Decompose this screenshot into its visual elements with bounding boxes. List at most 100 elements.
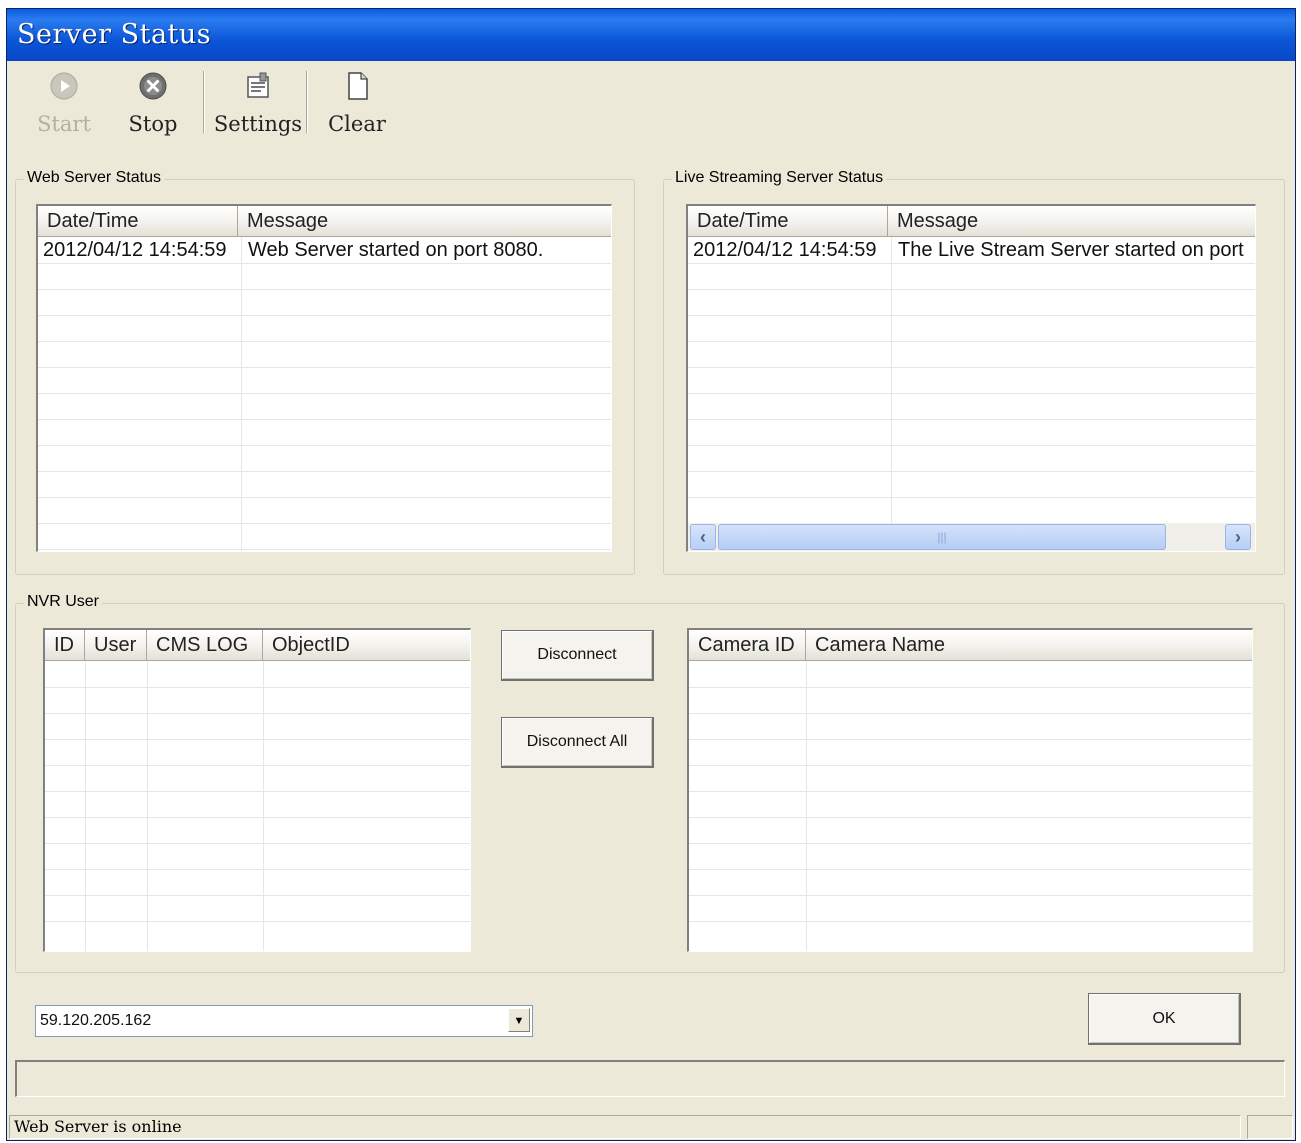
grid-line — [38, 497, 611, 498]
status-text: Web Server is online — [14, 1117, 182, 1136]
column-header-user[interactable]: User — [85, 630, 147, 660]
start-button[interactable]: Start — [33, 69, 95, 141]
grid-line — [689, 687, 1252, 688]
grid-line — [263, 661, 264, 951]
list-body: 2012/04/12 14:54:59 Web Server started o… — [38, 237, 611, 551]
list-body: 2012/04/12 14:54:59 The Live Stream Serv… — [688, 237, 1255, 523]
grid-line — [689, 765, 1252, 766]
grid-line — [38, 341, 611, 342]
list-header: Date/Time Message — [688, 206, 1255, 237]
table-cell-datetime[interactable]: 2012/04/12 14:54:59 — [688, 237, 891, 263]
chevron-down-icon[interactable]: ▼ — [508, 1008, 530, 1032]
scroll-right-button[interactable]: › — [1225, 524, 1251, 550]
web-server-status-title: Web Server Status — [24, 169, 164, 187]
title-bar[interactable]: Server Status — [7, 9, 1295, 61]
column-header-message[interactable]: Message — [888, 206, 1255, 236]
table-cell-message[interactable]: Web Server started on port 8080. — [243, 237, 611, 263]
ok-button[interactable]: OK — [1088, 993, 1241, 1045]
grid-line — [38, 315, 611, 316]
camera-list[interactable]: Camera ID Camera Name — [687, 628, 1253, 952]
column-header-camera-id[interactable]: Camera ID — [689, 630, 806, 660]
live-streaming-status-title: Live Streaming Server Status — [672, 169, 887, 187]
stop-label: Stop — [128, 112, 178, 136]
live-stream-log-list[interactable]: Date/Time Message 2012/04/12 14:54:59 Th… — [686, 204, 1256, 552]
grid-line — [689, 817, 1252, 818]
column-header-objectid[interactable]: ObjectID — [263, 630, 470, 660]
toolbar-separator — [306, 71, 308, 133]
grid-line — [688, 315, 1255, 316]
grid-line — [45, 817, 470, 818]
settings-button[interactable]: Settings — [212, 69, 304, 141]
grid-line — [689, 921, 1252, 922]
grid-line — [806, 661, 807, 951]
grid-line — [38, 367, 611, 368]
server-ip-select[interactable]: 59.120.205.162 ▼ — [35, 1005, 533, 1037]
grid-line — [688, 445, 1255, 446]
grid-line — [38, 471, 611, 472]
settings-label: Settings — [213, 112, 303, 136]
grid-line — [689, 739, 1252, 740]
scroll-left-button[interactable]: ‹ — [690, 524, 716, 550]
nvr-user-title: NVR User — [24, 593, 103, 611]
grid-line — [38, 523, 611, 524]
grid-line — [689, 869, 1252, 870]
grid-line — [688, 393, 1255, 394]
list-header: Camera ID Camera Name — [689, 630, 1252, 661]
column-header-message[interactable]: Message — [238, 206, 611, 236]
grid-line — [688, 341, 1255, 342]
grid-line — [688, 471, 1255, 472]
scroll-thumb[interactable]: ||| — [718, 524, 1166, 550]
grid-line — [688, 497, 1255, 498]
grid-line — [45, 739, 470, 740]
stop-icon — [139, 72, 167, 100]
live-streaming-status-group: Live Streaming Server Status Date/Time M… — [663, 169, 1285, 575]
play-icon — [50, 72, 78, 100]
grid-line — [45, 713, 470, 714]
nvr-user-list[interactable]: ID User CMS LOG ObjectID — [43, 628, 471, 952]
column-header-datetime[interactable]: Date/Time — [38, 206, 238, 236]
disconnect-all-button[interactable]: Disconnect All — [501, 717, 654, 768]
grid-line — [45, 791, 470, 792]
table-cell-message[interactable]: The Live Stream Server started on port — [893, 237, 1255, 263]
blank-document-icon — [348, 72, 368, 100]
grid-line — [147, 661, 148, 951]
column-header-cms-log[interactable]: CMS LOG — [147, 630, 263, 660]
nvr-user-group: NVR User ID User CMS LOG ObjectID Discon… — [15, 593, 1285, 973]
status-pane-main: Web Server is online — [9, 1115, 1241, 1139]
disconnect-button[interactable]: Disconnect — [501, 630, 654, 681]
grid-line — [891, 237, 892, 523]
grid-line — [38, 445, 611, 446]
window-title: Server Status — [17, 19, 212, 50]
grid-line — [689, 791, 1252, 792]
grid-line — [38, 549, 611, 550]
web-server-status-group: Web Server Status Date/Time Message 2012… — [15, 169, 635, 575]
clear-button[interactable]: Clear — [325, 69, 389, 141]
grid-line — [688, 263, 1255, 264]
grid-line — [38, 263, 611, 264]
table-cell-datetime[interactable]: 2012/04/12 14:54:59 — [38, 237, 241, 263]
status-pane-secondary — [1247, 1115, 1293, 1139]
toolbar-separator — [203, 71, 205, 133]
grid-line — [45, 869, 470, 870]
grid-line — [38, 393, 611, 394]
stop-button[interactable]: Stop — [121, 69, 185, 141]
list-body — [45, 661, 470, 951]
grid-line — [45, 895, 470, 896]
settings-icon — [247, 72, 269, 98]
column-header-camera-name[interactable]: Camera Name — [806, 630, 1252, 660]
server-ip-value: 59.120.205.162 — [40, 1012, 152, 1029]
list-body — [689, 661, 1252, 951]
toolbar: Start Stop Settings Clear — [7, 61, 1295, 151]
grid-line — [38, 419, 611, 420]
grid-line — [241, 237, 242, 551]
horizontal-scrollbar[interactable]: ‹ ||| › — [688, 523, 1255, 551]
start-label: Start — [37, 112, 91, 136]
grid-line — [689, 713, 1252, 714]
column-header-datetime[interactable]: Date/Time — [688, 206, 888, 236]
list-header: Date/Time Message — [38, 206, 611, 237]
grid-line — [689, 895, 1252, 896]
web-server-log-list[interactable]: Date/Time Message 2012/04/12 14:54:59 We… — [36, 204, 612, 552]
column-header-id[interactable]: ID — [45, 630, 85, 660]
grid-line — [688, 419, 1255, 420]
grid-line — [688, 289, 1255, 290]
